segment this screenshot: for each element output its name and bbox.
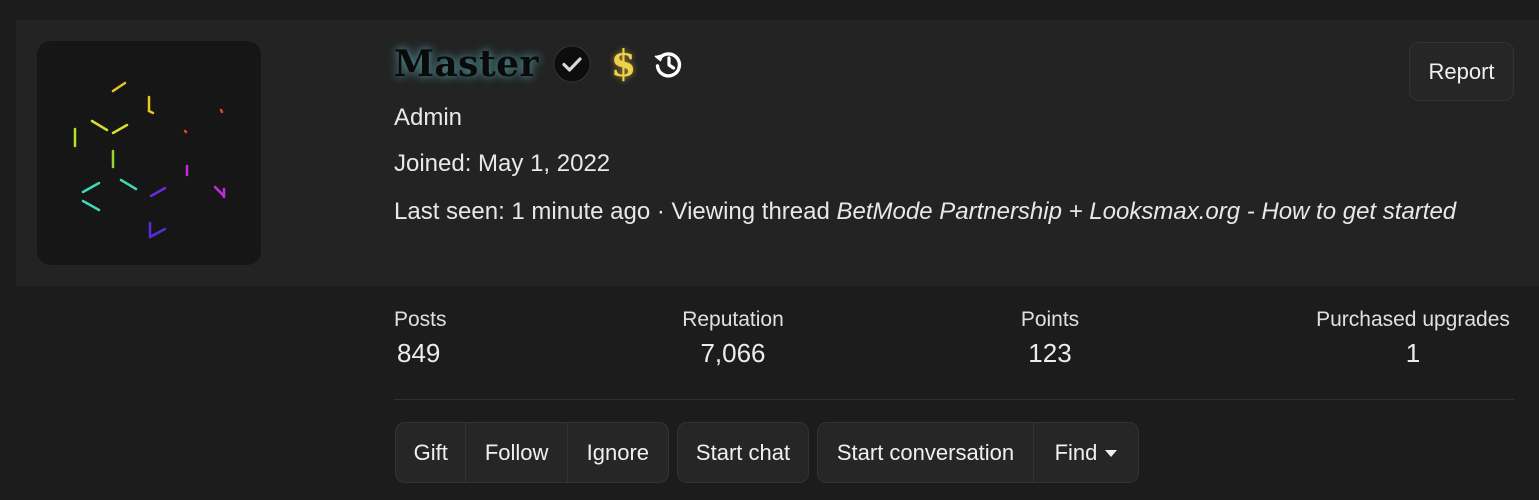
stat-label: Points <box>1020 308 1080 331</box>
find-dropdown-button[interactable]: Find <box>1033 423 1138 482</box>
button-group-social: Gift Follow Ignore <box>395 422 669 483</box>
member-stats: Posts 849 Reputation 7,066 Points 123 Pu… <box>394 308 1514 378</box>
joined-date: Joined: May 1, 2022 <box>394 150 611 177</box>
stat-value: 1 <box>1405 338 1421 368</box>
button-group-conversation: Start conversation Find <box>817 422 1139 483</box>
stat-value: 123 <box>1028 338 1072 368</box>
stat-reputation[interactable]: Reputation 7,066 <box>678 308 788 369</box>
avatar-art <box>73 81 226 239</box>
stat-purchased-upgrades[interactable]: Purchased upgrades 1 <box>1312 308 1514 369</box>
member-profile: Master $ Admin Joined: May 1, 2022 Last … <box>0 0 1539 500</box>
caret-down-icon <box>1105 450 1118 457</box>
username-row: Master $ <box>394 38 684 90</box>
avatar[interactable] <box>37 41 261 265</box>
divider <box>394 399 1514 400</box>
follow-button[interactable]: Follow <box>465 423 566 482</box>
viewing-thread-link[interactable]: BetMode Partnership + Looksmax.org - How… <box>837 198 1457 225</box>
verified-check-icon <box>553 45 591 83</box>
start-chat-button[interactable]: Start chat <box>678 423 808 482</box>
stat-posts[interactable]: Posts 849 <box>394 308 447 369</box>
stat-points[interactable]: Points 123 <box>1018 308 1082 369</box>
report-button[interactable]: Report <box>1409 42 1514 101</box>
stat-label: Purchased upgrades <box>1316 308 1510 331</box>
user-title: Admin <box>394 104 463 131</box>
dollar-icon: $ <box>610 43 637 85</box>
last-seen-text: Last seen: 1 minute ago · Viewing thread <box>394 198 837 225</box>
last-seen: Last seen: 1 minute ago · Viewing thread… <box>394 194 1474 230</box>
stat-value: 849 <box>397 338 441 368</box>
stat-value: 7,066 <box>700 338 766 368</box>
start-conversation-button[interactable]: Start conversation <box>818 423 1033 482</box>
ignore-button[interactable]: Ignore <box>566 423 668 482</box>
gift-button[interactable]: Gift <box>396 423 465 482</box>
button-group-chat: Start chat <box>677 422 809 483</box>
stat-label: Reputation <box>682 308 784 331</box>
username[interactable]: Master <box>394 43 539 85</box>
stat-label: Posts <box>394 308 447 331</box>
find-label: Find <box>1054 439 1098 465</box>
history-icon <box>652 48 684 80</box>
